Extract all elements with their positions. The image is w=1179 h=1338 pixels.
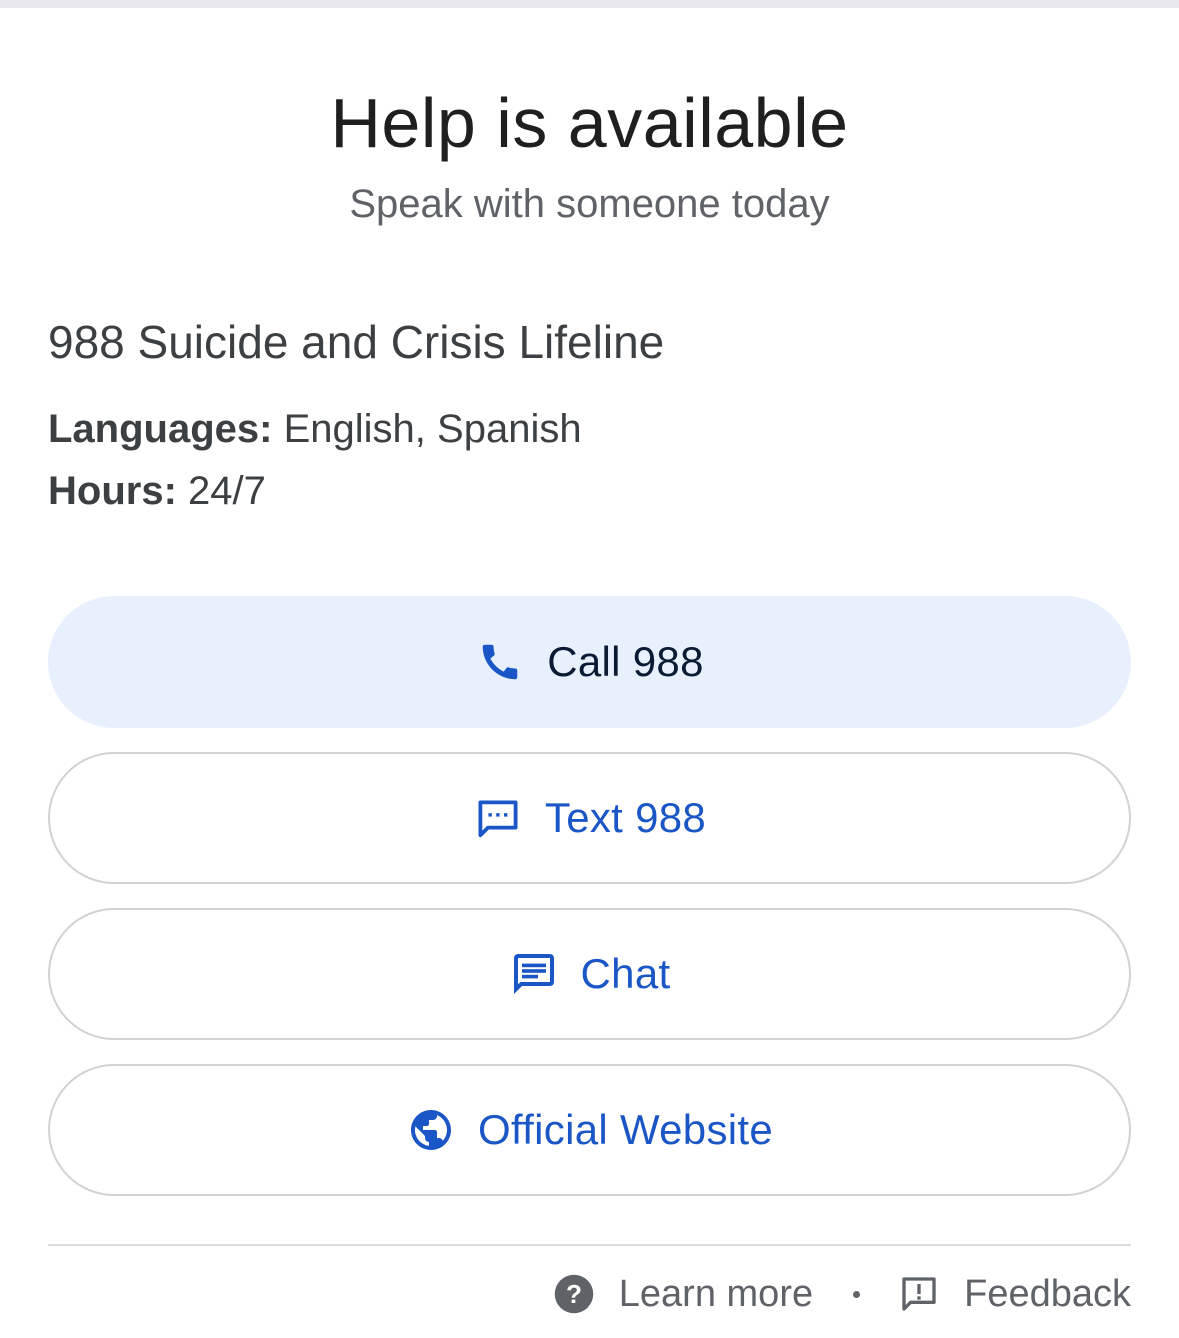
separator-dot [853,1290,861,1298]
page-title: Help is available [330,84,849,162]
call-button[interactable]: Call 988 [48,596,1131,728]
chat-button-label: Chat [580,950,671,997]
learn-more-link[interactable]: Learn more [619,1273,813,1316]
organization-name: 988 Suicide and Crisis Lifeline [48,316,665,368]
svg-text:?: ? [566,1279,582,1309]
languages-row: Languages: English, Spanish [48,404,582,454]
text-button-label: Text 988 [544,794,707,841]
feedback-link[interactable]: Feedback [964,1273,1131,1316]
text-button[interactable]: Text 988 [48,752,1131,884]
page-subtitle: Speak with someone today [349,182,830,226]
footer-divider [48,1244,1131,1246]
footer: ? Learn more Feedback [553,1266,1131,1322]
languages-label: Languages: [48,407,273,451]
top-strip [0,0,1179,8]
globe-icon [406,1105,456,1155]
official-website-button-label: Official Website [477,1106,774,1153]
languages-value: English, Spanish [283,407,582,451]
chat-icon [509,949,559,999]
official-website-button[interactable]: Official Website [48,1064,1131,1196]
chat-button[interactable]: Chat [48,908,1131,1040]
hours-value: 24/7 [188,469,266,513]
help-circle-icon[interactable]: ? [553,1273,595,1315]
feedback-icon[interactable] [898,1273,940,1315]
sms-icon [473,793,523,843]
hours-row: Hours: 24/7 [48,466,266,516]
phone-icon [475,637,525,687]
hours-label: Hours: [48,469,177,513]
call-button-label: Call 988 [547,638,704,685]
